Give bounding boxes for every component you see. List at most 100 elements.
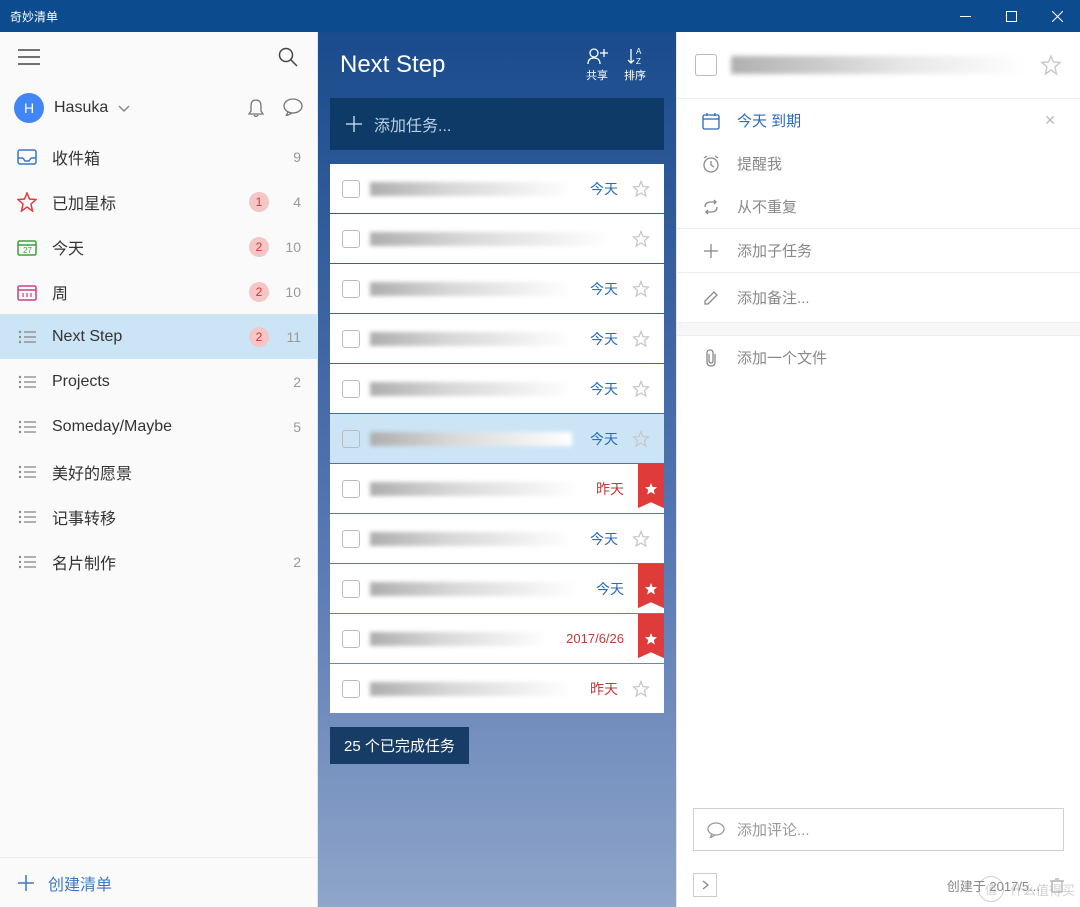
sidebar-item-1[interactable]: 已加星标14 xyxy=(0,179,317,224)
task-checkbox[interactable] xyxy=(342,530,360,548)
clear-due-icon[interactable]: ✕ xyxy=(1044,112,1056,129)
star-button[interactable] xyxy=(1040,54,1062,76)
task-checkbox[interactable] xyxy=(342,380,360,398)
reminder-row[interactable]: 提醒我 xyxy=(677,142,1080,185)
sort-button[interactable]: AZ 排序 xyxy=(616,47,654,83)
task-checkbox[interactable] xyxy=(342,630,360,648)
task-date: 今天 xyxy=(590,179,618,199)
task-title xyxy=(370,682,572,696)
sidebar-item-6[interactable]: Someday/Maybe5 xyxy=(0,404,317,449)
star-flag-icon[interactable] xyxy=(638,614,664,663)
sidebar-item-2[interactable]: 27 今天 2 10 xyxy=(0,224,317,269)
week-icon xyxy=(16,283,38,301)
add-note-row[interactable]: 添加备注... xyxy=(677,273,1080,322)
task-date: 昨天 xyxy=(590,679,618,699)
due-date-row[interactable]: 今天 到期 ✕ xyxy=(677,99,1080,142)
share-button[interactable]: 共享 xyxy=(578,47,616,83)
sidebar-item-5[interactable]: Projects2 xyxy=(0,359,317,404)
list-label: 今天 xyxy=(52,235,235,259)
avatar: H xyxy=(14,93,44,123)
task-checkbox[interactable] xyxy=(342,580,360,598)
task-row[interactable] xyxy=(330,214,664,263)
task-detail-panel: 今天 到期 ✕ 提醒我 从不重复 添加子任务 添加备注... 添加一个文件 xyxy=(676,32,1080,907)
inbox-icon xyxy=(16,149,38,165)
task-row[interactable]: 2017/6/26 xyxy=(330,614,664,663)
hamburger-icon[interactable] xyxy=(8,32,50,82)
alarm-icon xyxy=(701,155,721,173)
user-row[interactable]: H Hasuka xyxy=(0,82,317,134)
task-row[interactable]: 今天 xyxy=(330,164,664,213)
star-flag-icon[interactable] xyxy=(638,464,664,513)
star-icon[interactable] xyxy=(628,430,654,448)
task-row[interactable]: 昨天 xyxy=(330,664,664,713)
task-row[interactable]: 今天 xyxy=(330,514,664,563)
list-label: 记事转移 xyxy=(52,505,269,529)
task-checkbox[interactable] xyxy=(342,680,360,698)
minimize-button[interactable] xyxy=(942,0,988,32)
sidebar-item-3[interactable]: 周210 xyxy=(0,269,317,314)
task-date: 2017/6/26 xyxy=(566,631,624,646)
star-icon[interactable] xyxy=(628,180,654,198)
today-icon: 27 xyxy=(16,238,38,256)
count: 10 xyxy=(283,284,301,300)
svg-text:A: A xyxy=(636,47,642,56)
completed-tasks-toggle[interactable]: 25 个已完成任务 xyxy=(330,727,469,764)
sidebar-item-9[interactable]: 名片制作2 xyxy=(0,539,317,584)
task-checkbox[interactable] xyxy=(342,180,360,198)
sidebar: H Hasuka 收件箱9已加星标1427今天210周210Next Step2… xyxy=(0,32,318,907)
task-checkbox[interactable] xyxy=(342,330,360,348)
sidebar-item-0[interactable]: 收件箱9 xyxy=(0,134,317,179)
task-row[interactable]: 今天 xyxy=(330,314,664,363)
count: 4 xyxy=(283,194,301,210)
task-checkbox[interactable] xyxy=(342,280,360,298)
plus-icon xyxy=(346,116,362,132)
bell-icon[interactable] xyxy=(247,98,265,118)
task-date: 昨天 xyxy=(596,479,624,499)
list-label: 周 xyxy=(52,280,235,304)
badge: 2 xyxy=(249,237,269,257)
star-icon[interactable] xyxy=(628,330,654,348)
task-row[interactable]: 今天 xyxy=(330,414,664,463)
add-file-row[interactable]: 添加一个文件 xyxy=(677,336,1080,379)
maximize-button[interactable] xyxy=(988,0,1034,32)
task-date: 今天 xyxy=(596,579,624,599)
star-flag-icon[interactable] xyxy=(638,564,664,613)
comment-input[interactable]: 添加评论... xyxy=(693,808,1064,851)
star-icon[interactable] xyxy=(628,230,654,248)
task-checkbox[interactable] xyxy=(342,480,360,498)
task-title[interactable] xyxy=(731,56,1026,74)
task-checkbox[interactable] xyxy=(695,54,717,76)
create-list-button[interactable]: 创建清单 xyxy=(0,857,317,907)
star-icon[interactable] xyxy=(628,280,654,298)
task-row[interactable]: 昨天 xyxy=(330,464,664,513)
task-row[interactable]: 今天 xyxy=(330,264,664,313)
star-icon[interactable] xyxy=(628,380,654,398)
count: 10 xyxy=(283,239,301,255)
add-subtask-row[interactable]: 添加子任务 xyxy=(677,229,1080,272)
badge: 1 xyxy=(249,192,269,212)
task-checkbox[interactable] xyxy=(342,230,360,248)
chat-icon[interactable] xyxy=(283,98,303,118)
star-icon[interactable] xyxy=(628,680,654,698)
task-title xyxy=(370,182,572,196)
task-row[interactable]: 今天 xyxy=(330,564,664,613)
sidebar-item-4[interactable]: Next Step211 xyxy=(0,314,317,359)
sidebar-item-8[interactable]: 记事转移 xyxy=(0,494,317,539)
task-row[interactable]: 今天 xyxy=(330,364,664,413)
task-date: 今天 xyxy=(590,529,618,549)
calendar-icon xyxy=(701,112,721,130)
star-icon[interactable] xyxy=(628,530,654,548)
collapse-button[interactable] xyxy=(693,873,717,897)
repeat-row[interactable]: 从不重复 xyxy=(677,185,1080,228)
close-button[interactable] xyxy=(1034,0,1080,32)
task-checkbox[interactable] xyxy=(342,430,360,448)
search-icon[interactable] xyxy=(267,32,309,82)
task-title xyxy=(370,532,572,546)
list-icon xyxy=(16,465,38,479)
list-label: 美好的愿景 xyxy=(52,460,269,484)
count: 11 xyxy=(283,329,301,345)
detail-header xyxy=(677,32,1080,98)
sidebar-item-7[interactable]: 美好的愿景 xyxy=(0,449,317,494)
svg-text:27: 27 xyxy=(23,246,32,255)
add-task-input[interactable]: 添加任务... xyxy=(330,98,664,150)
